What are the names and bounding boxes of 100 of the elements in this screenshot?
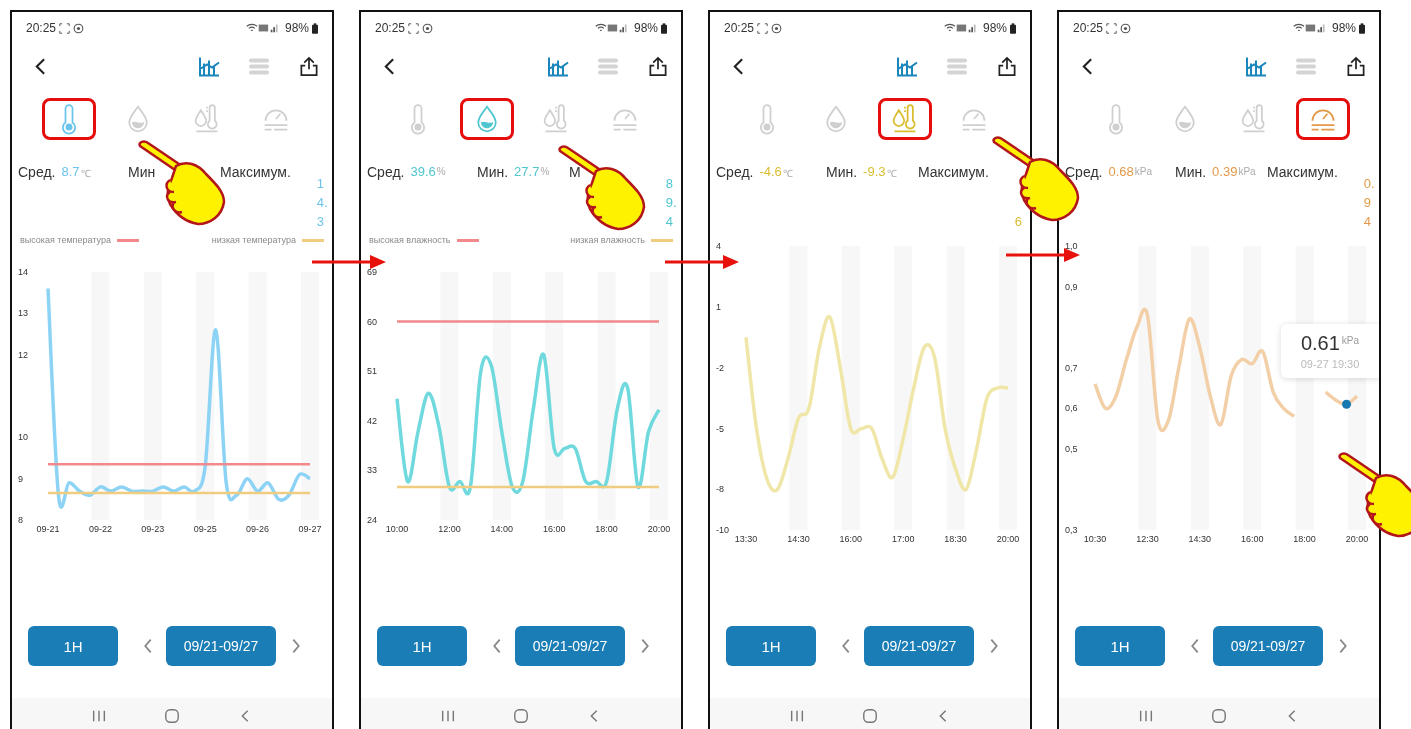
period-button[interactable]: 1H xyxy=(726,626,816,666)
share-icon[interactable] xyxy=(647,55,669,77)
pointing-hand-icon xyxy=(1336,452,1411,540)
previous-icon[interactable] xyxy=(142,637,154,655)
chart-view-icon[interactable] xyxy=(1245,55,1267,77)
share-icon[interactable] xyxy=(996,55,1018,77)
y-axis-label: 24 xyxy=(367,515,377,525)
x-axis-label: 14:30 xyxy=(787,534,810,544)
battery-percent: 98% xyxy=(284,21,309,35)
y-axis-label: 60 xyxy=(367,316,377,327)
x-axis-label: 16:00 xyxy=(542,524,566,534)
period-button[interactable]: 1H xyxy=(28,626,118,666)
date-range-button[interactable]: 09/21-09/27 xyxy=(515,626,625,666)
stat-label: Сред. xyxy=(1065,164,1103,180)
y-axis-label: -8 xyxy=(716,484,724,495)
stat-label: Мин. xyxy=(1175,164,1207,180)
y-axis-label: 33 xyxy=(367,465,377,476)
x-axis-label: 20:00 xyxy=(647,524,671,534)
legend-label: высокая влажность xyxy=(369,235,451,245)
share-icon[interactable] xyxy=(298,55,320,77)
screenshot-status-icon xyxy=(1106,22,1118,34)
stat-value: 0.68 xyxy=(1108,164,1134,179)
date-range-button[interactable]: 09/21-09/27 xyxy=(1213,626,1323,666)
stat-label: Мин. xyxy=(477,164,509,180)
y-axis-label: 10 xyxy=(18,432,28,443)
stat-value: 39.6 xyxy=(410,164,436,179)
sensor-tab[interactable] xyxy=(1295,98,1350,140)
legend-label: низкая влажность xyxy=(570,235,645,245)
x-axis-label: 09-27 xyxy=(298,524,322,534)
home-icon[interactable] xyxy=(513,708,529,724)
date-range-button[interactable]: 09/21-09/27 xyxy=(864,626,974,666)
period-button[interactable]: 1H xyxy=(1075,626,1165,666)
battery-percent: 98% xyxy=(1331,21,1356,35)
recent-apps-icon[interactable] xyxy=(439,708,456,724)
x-axis-label: 16:00 xyxy=(839,534,863,544)
screenshot-status-icon xyxy=(408,22,420,34)
home-icon[interactable] xyxy=(164,708,180,724)
stat-value: 6 xyxy=(1014,213,1022,232)
x-axis-label: 14:00 xyxy=(490,524,514,534)
sync-status-icon xyxy=(422,22,434,34)
home-icon[interactable] xyxy=(862,708,878,724)
recent-apps-icon[interactable] xyxy=(1137,708,1154,724)
chart-view-icon[interactable] xyxy=(198,55,220,77)
stat-unit: % xyxy=(436,166,446,177)
arrow-icon xyxy=(312,254,386,270)
x-axis-label: 09-26 xyxy=(246,524,270,534)
x-axis-label: 09-23 xyxy=(141,524,165,534)
y-axis-label: 14 xyxy=(18,267,28,277)
legend-label: высокая температура xyxy=(20,235,111,245)
legend-label: низкая температура xyxy=(211,235,296,245)
droplet-thermometer-icon xyxy=(541,103,570,135)
y-axis-label: -10 xyxy=(716,525,729,535)
stat-unit: kPa xyxy=(1238,166,1256,177)
stat-label: Мин xyxy=(128,164,156,180)
chart-view-icon[interactable] xyxy=(896,55,918,77)
battery-icon xyxy=(1359,22,1365,34)
x-axis-label: 14:30 xyxy=(1188,534,1212,544)
stat-value: 0.39 xyxy=(1212,164,1238,179)
stat-label: Максимум. xyxy=(918,164,989,180)
stat-label: Сред. xyxy=(716,164,754,180)
x-axis-label: 13:30 xyxy=(734,534,758,544)
sync-status-icon xyxy=(73,22,85,34)
x-axis-label: 18:30 xyxy=(944,534,967,544)
x-axis-label: 09-25 xyxy=(193,524,217,534)
sensor-tab[interactable] xyxy=(41,98,96,140)
x-axis-label: 12:30 xyxy=(1136,534,1159,544)
y-axis-label: -5 xyxy=(716,423,724,434)
chart-view-icon[interactable] xyxy=(547,55,569,77)
recent-apps-icon[interactable] xyxy=(90,708,107,724)
stat-value: -4.6 xyxy=(759,164,782,179)
period-button[interactable]: 1H xyxy=(377,626,467,666)
tooltip-value: 0.61 xyxy=(1300,332,1340,355)
x-axis-label: 10:00 xyxy=(385,524,409,534)
next-icon[interactable] xyxy=(1337,637,1349,655)
sensor-tab[interactable] xyxy=(459,98,514,140)
previous-icon[interactable] xyxy=(1189,637,1201,655)
data-point-marker[interactable] xyxy=(1342,399,1351,409)
stat-unit: ℃ xyxy=(886,167,897,180)
next-icon[interactable] xyxy=(290,637,302,655)
battery-icon xyxy=(312,22,318,34)
date-range-button[interactable]: 09/21-09/27 xyxy=(166,626,276,666)
sensor-tab[interactable] xyxy=(877,98,932,140)
droplet-thermometer-icon xyxy=(1239,103,1268,135)
next-icon[interactable] xyxy=(639,637,651,655)
x-axis-label: 12:00 xyxy=(438,524,461,534)
y-axis-label: 1 xyxy=(716,301,721,312)
pointing-hand-icon xyxy=(556,145,646,233)
arrow-icon xyxy=(665,254,739,270)
home-icon[interactable] xyxy=(1211,708,1227,724)
y-axis-label: 0,9 xyxy=(1065,281,1078,292)
recent-apps-icon[interactable] xyxy=(788,708,805,724)
next-icon[interactable] xyxy=(988,637,1000,655)
previous-icon[interactable] xyxy=(840,637,852,655)
stat-unit: % xyxy=(540,166,550,177)
status-time: 20:25 xyxy=(724,21,755,35)
previous-icon[interactable] xyxy=(491,637,503,655)
share-icon[interactable] xyxy=(1345,55,1367,77)
status-time: 20:25 xyxy=(1073,21,1104,35)
stat-unit: ℃ xyxy=(80,167,91,180)
x-axis-label: 18:00 xyxy=(595,524,618,534)
